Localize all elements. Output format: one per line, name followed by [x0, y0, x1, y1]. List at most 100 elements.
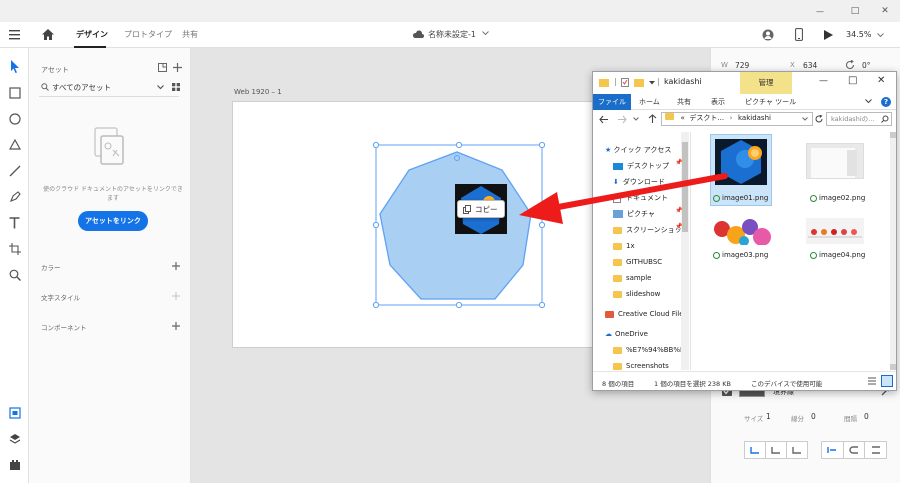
large-icons-view-icon[interactable]	[881, 375, 893, 387]
rectangle-tool-icon[interactable]	[6, 84, 23, 101]
maximize-button[interactable]: □	[840, 0, 870, 22]
stroke-size-value[interactable]: 1	[766, 412, 771, 421]
tab-share[interactable]: 共有	[677, 94, 691, 110]
nav-folder-githubsc[interactable]: GITHUBSC	[613, 254, 690, 270]
join-miter-icon[interactable]	[822, 442, 844, 458]
link-assets-button[interactable]: アセットをリンク	[78, 211, 148, 231]
zoom-tool-icon[interactable]	[6, 266, 23, 283]
width-value[interactable]: 729	[735, 61, 749, 70]
user-icon[interactable]	[762, 29, 774, 41]
tab-file[interactable]: ファイル	[593, 94, 631, 110]
history-chevron-icon[interactable]	[633, 117, 639, 121]
back-arrow-icon[interactable]	[599, 115, 609, 124]
pen-tool-icon[interactable]	[6, 188, 23, 205]
pin-icon: 📌	[675, 159, 683, 166]
menu-icon[interactable]	[9, 30, 20, 40]
file-name-image03[interactable]: image03.png	[713, 251, 768, 259]
join-round-icon[interactable]	[844, 442, 866, 458]
scroll-up-icon[interactable]	[890, 132, 896, 138]
image04-thumbnail[interactable]	[806, 218, 864, 244]
mobile-preview-icon[interactable]	[795, 28, 803, 41]
close-button[interactable]: ✕	[870, 0, 900, 22]
qat-chevron-icon[interactable]	[649, 81, 655, 85]
play-icon[interactable]	[824, 30, 833, 40]
search-icon	[41, 83, 49, 91]
breadcrumb-desktop[interactable]: デスクト...	[689, 114, 724, 122]
minimize-button[interactable]: —	[805, 0, 835, 22]
sync-check-icon	[810, 251, 817, 259]
add-asset-icon[interactable]	[173, 63, 182, 72]
up-arrow-icon[interactable]	[648, 114, 657, 124]
ellipse-tool-icon[interactable]	[6, 110, 23, 127]
x-label: X	[790, 61, 795, 69]
nav-folder-sample[interactable]: sample	[613, 270, 690, 286]
asset-filter[interactable]: すべてのアセット	[52, 82, 111, 93]
nav-folder-1x[interactable]: 1x	[613, 238, 690, 254]
chevron-down-icon[interactable]	[482, 31, 489, 36]
nav-onedrive-screenshots[interactable]: Screenshots	[613, 358, 690, 370]
folder-icon	[613, 274, 622, 282]
layers-icon[interactable]	[6, 430, 23, 447]
document-title[interactable]: 名称未設定-1	[428, 22, 476, 48]
nav-onedrive-folder-1[interactable]: %E7%94%BB%E5	[613, 342, 690, 358]
forward-arrow-icon[interactable]	[617, 115, 627, 124]
nav-creative-cloud[interactable]: Creative Cloud File	[605, 306, 690, 322]
join-bevel-icon[interactable]	[865, 442, 886, 458]
nav-quick-access[interactable]: ★ クイック アクセス	[605, 142, 690, 158]
x-value[interactable]: 634	[803, 61, 817, 70]
line-tool-icon[interactable]	[6, 162, 23, 179]
library-icon[interactable]	[158, 63, 167, 72]
file-name-image04[interactable]: image04.png	[810, 251, 865, 259]
status-selection: 1 個の項目を選択 238 KB	[654, 380, 731, 388]
breadcrumb-kakidashi[interactable]: kakidashi	[738, 114, 771, 122]
refresh-icon[interactable]	[815, 112, 824, 126]
file-name-image02[interactable]: image02.png	[810, 194, 865, 202]
tab-home[interactable]: ホーム	[639, 94, 660, 110]
zoom-chevron-icon[interactable]	[877, 33, 884, 38]
explorer-close-button[interactable]: ✕	[877, 75, 885, 86]
properties-icon[interactable]	[621, 78, 629, 87]
manage-context-tab[interactable]: 管理	[740, 72, 792, 94]
title-bar: — □ ✕	[0, 0, 900, 22]
explorer-minimize-button[interactable]: —	[819, 76, 828, 86]
ribbon-expand-icon[interactable]	[865, 99, 872, 104]
address-chevron-icon[interactable]	[802, 117, 808, 121]
nav-onedrive[interactable]: ☁ OneDrive	[605, 326, 690, 342]
artboard-label[interactable]: Web 1920 – 1	[234, 88, 282, 96]
filter-chevron-icon[interactable]	[157, 85, 164, 90]
artboard-tool-icon[interactable]	[6, 240, 23, 257]
dash-value[interactable]: 0	[811, 412, 816, 421]
nav-folder-slideshow[interactable]: slideshow	[613, 286, 690, 302]
address-bar[interactable]: « デスクト... › kakidashi	[661, 112, 813, 126]
explorer-maximize-button[interactable]: □	[848, 75, 857, 86]
tab-prototype[interactable]: プロトタイプ	[124, 22, 172, 48]
image02-thumbnail[interactable]	[806, 143, 864, 179]
text-tool-icon[interactable]	[6, 214, 23, 231]
home-icon[interactable]	[42, 29, 54, 40]
gap-value[interactable]: 0	[864, 412, 869, 421]
file-grid-scrollbar[interactable]	[890, 132, 896, 370]
select-tool-icon[interactable]	[6, 58, 23, 75]
tab-picture-tools[interactable]: ピクチャ ツール	[745, 94, 796, 110]
cap-round-icon[interactable]	[766, 442, 787, 458]
divider	[39, 96, 179, 97]
breadcrumb-separator: ›	[729, 114, 733, 122]
assets-panel-icon[interactable]	[6, 404, 23, 421]
polygon-tool-icon[interactable]	[6, 136, 23, 153]
add-color-icon[interactable]	[172, 262, 180, 270]
plugins-icon[interactable]	[6, 456, 23, 473]
add-component-icon[interactable]	[172, 322, 180, 330]
cap-butt-icon[interactable]	[745, 442, 766, 458]
details-view-icon[interactable]	[867, 376, 877, 386]
scroll-down-icon[interactable]	[890, 364, 896, 370]
cap-square-icon[interactable]	[787, 442, 807, 458]
add-text-style-icon[interactable]	[172, 292, 180, 300]
grid-view-icon[interactable]	[172, 83, 180, 91]
tab-share[interactable]: 共有	[182, 22, 198, 48]
rotation-value[interactable]: 0°	[862, 61, 871, 70]
zoom-level[interactable]: 34.5%	[846, 22, 871, 48]
tab-view[interactable]: 表示	[711, 94, 725, 110]
new-folder-icon[interactable]	[634, 79, 644, 87]
tab-design[interactable]: デザイン	[76, 22, 108, 48]
help-icon[interactable]: ?	[881, 97, 891, 107]
